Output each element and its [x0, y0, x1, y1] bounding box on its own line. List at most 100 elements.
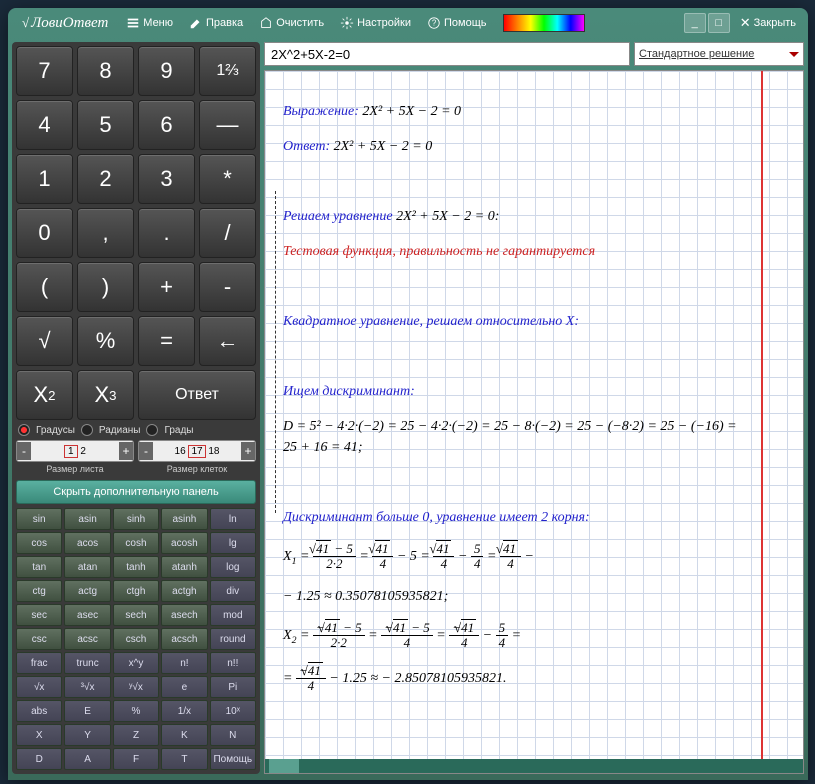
sheet-plus[interactable]: +	[119, 442, 133, 460]
key-x2[interactable]: X2	[16, 370, 73, 420]
key-minus[interactable]: -	[199, 262, 256, 312]
func-X[interactable]: X	[16, 724, 62, 746]
solution-mode-select[interactable]: Стандартное решение	[634, 42, 804, 66]
func-e[interactable]: e	[161, 676, 207, 698]
func-asec[interactable]: asec	[64, 604, 110, 626]
func-Y[interactable]: Y	[64, 724, 110, 746]
key-sqrt[interactable]: √	[16, 316, 73, 366]
cell-plus[interactable]: +	[241, 442, 255, 460]
func-actg[interactable]: actg	[64, 580, 110, 602]
sheet-minus[interactable]: -	[17, 442, 31, 460]
func-csch[interactable]: csch	[113, 628, 159, 650]
minimize-button[interactable]: _	[684, 13, 706, 33]
func-[interactable]: Помощь	[210, 748, 256, 770]
func-abs[interactable]: abs	[16, 700, 62, 722]
key-4[interactable]: 4	[16, 100, 73, 150]
key-backspace[interactable]: ←	[199, 316, 256, 366]
func-[interactable]: %	[113, 700, 159, 722]
scrollbar-thumb[interactable]	[269, 759, 299, 773]
func-frac[interactable]: frac	[16, 652, 62, 674]
func-Z[interactable]: Z	[113, 724, 159, 746]
func-sin[interactable]: sin	[16, 508, 62, 530]
func-cosh[interactable]: cosh	[113, 532, 159, 554]
func-xy[interactable]: x^y	[113, 652, 159, 674]
func-actgh[interactable]: actgh	[161, 580, 207, 602]
func-round[interactable]: round	[210, 628, 256, 650]
key-5[interactable]: 5	[77, 100, 134, 150]
func-n[interactable]: n!!	[210, 652, 256, 674]
key-dash[interactable]: —	[199, 100, 256, 150]
key-8[interactable]: 8	[77, 46, 134, 96]
key-answer[interactable]: Ответ	[138, 370, 256, 420]
func-atan[interactable]: atan	[64, 556, 110, 578]
func-10[interactable]: 10ˣ	[210, 700, 256, 722]
func-F[interactable]: F	[113, 748, 159, 770]
key-fraction[interactable]: 1⅔	[199, 46, 256, 96]
func-tanh[interactable]: tanh	[113, 556, 159, 578]
edit-button[interactable]: Правка	[183, 13, 249, 33]
key-1[interactable]: 1	[16, 154, 73, 204]
key-plus[interactable]: +	[138, 262, 195, 312]
func-ctg[interactable]: ctg	[16, 580, 62, 602]
horizontal-scrollbar[interactable]	[265, 759, 803, 773]
func-asin[interactable]: asin	[64, 508, 110, 530]
key-lparen[interactable]: (	[16, 262, 73, 312]
clear-button[interactable]: Очистить	[253, 13, 330, 33]
func-acsch[interactable]: acsch	[161, 628, 207, 650]
func-sinh[interactable]: sinh	[113, 508, 159, 530]
func-D[interactable]: D	[16, 748, 62, 770]
func-K[interactable]: K	[161, 724, 207, 746]
key-multiply[interactable]: *	[199, 154, 256, 204]
key-divide[interactable]: /	[199, 208, 256, 258]
menu-button[interactable]: Меню	[120, 13, 179, 33]
key-comma[interactable]: ,	[77, 208, 134, 258]
maximize-button[interactable]: □	[708, 13, 730, 33]
func-ln[interactable]: ln	[210, 508, 256, 530]
func-log[interactable]: log	[210, 556, 256, 578]
func-sech[interactable]: sech	[113, 604, 159, 626]
func-cos[interactable]: cos	[16, 532, 62, 554]
func-1x[interactable]: 1/x	[161, 700, 207, 722]
func-x[interactable]: ³√x	[64, 676, 110, 698]
radio-radians[interactable]	[81, 424, 93, 436]
func-x[interactable]: ʸ√x	[113, 676, 159, 698]
func-ctgh[interactable]: ctgh	[113, 580, 159, 602]
key-rparen[interactable]: )	[77, 262, 134, 312]
func-sec[interactable]: sec	[16, 604, 62, 626]
func-asech[interactable]: asech	[161, 604, 207, 626]
func-csc[interactable]: csc	[16, 628, 62, 650]
key-period[interactable]: .	[138, 208, 195, 258]
toggle-extra-panel[interactable]: Скрыть дополнительную панель	[16, 480, 256, 504]
func-x[interactable]: √x	[16, 676, 62, 698]
func-T[interactable]: T	[161, 748, 207, 770]
func-mod[interactable]: mod	[210, 604, 256, 626]
func-acsc[interactable]: acsc	[64, 628, 110, 650]
key-2[interactable]: 2	[77, 154, 134, 204]
func-acos[interactable]: acos	[64, 532, 110, 554]
func-asinh[interactable]: asinh	[161, 508, 207, 530]
key-3[interactable]: 3	[138, 154, 195, 204]
key-9[interactable]: 9	[138, 46, 195, 96]
color-bar[interactable]	[503, 14, 585, 32]
func-N[interactable]: N	[210, 724, 256, 746]
key-7[interactable]: 7	[16, 46, 73, 96]
close-button[interactable]: ✕Закрыть	[734, 13, 802, 33]
key-equals[interactable]: =	[138, 316, 195, 366]
key-x3[interactable]: X3	[77, 370, 134, 420]
func-acosh[interactable]: acosh	[161, 532, 207, 554]
settings-button[interactable]: Настройки	[334, 13, 417, 33]
func-div[interactable]: div	[210, 580, 256, 602]
radio-degrees[interactable]	[18, 424, 30, 436]
func-A[interactable]: A	[64, 748, 110, 770]
func-lg[interactable]: lg	[210, 532, 256, 554]
func-tan[interactable]: tan	[16, 556, 62, 578]
func-trunc[interactable]: trunc	[64, 652, 110, 674]
func-n[interactable]: n!	[161, 652, 207, 674]
help-button[interactable]: ?Помощь	[421, 13, 493, 33]
func-atanh[interactable]: atanh	[161, 556, 207, 578]
key-6[interactable]: 6	[138, 100, 195, 150]
cell-minus[interactable]: -	[139, 442, 153, 460]
func-E[interactable]: E	[64, 700, 110, 722]
key-0[interactable]: 0	[16, 208, 73, 258]
func-Pi[interactable]: Pi	[210, 676, 256, 698]
